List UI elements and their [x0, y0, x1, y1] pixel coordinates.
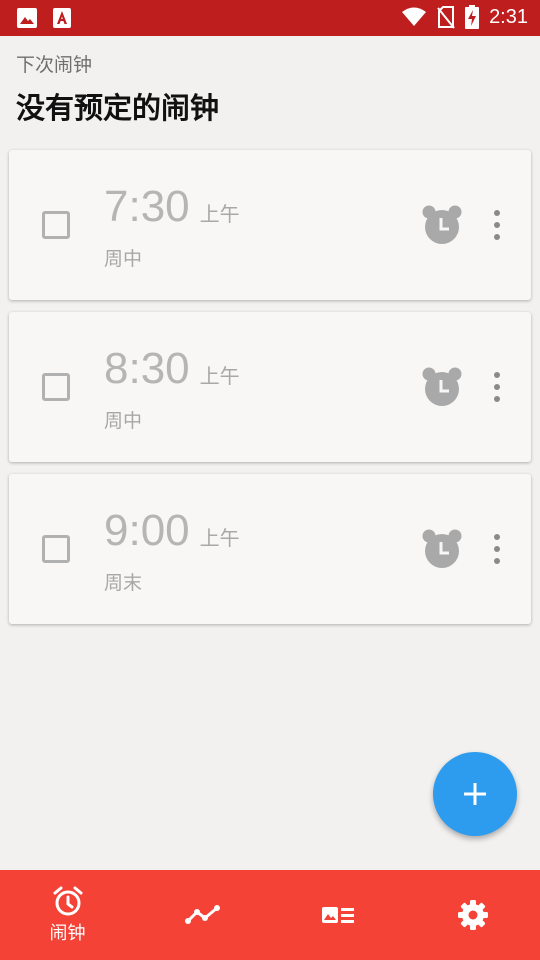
alarm-checkbox[interactable] [42, 211, 70, 239]
battery-charging-icon [465, 5, 480, 29]
no-sim-icon [437, 6, 455, 29]
alarm-ampm: 上午 [199, 202, 240, 226]
alarm-card[interactable]: 9:00 上午 周末 [9, 474, 531, 624]
next-alarm-label: 下次闹钟 [16, 54, 93, 76]
plus-icon [464, 783, 486, 805]
alarm-days: 周末 [104, 572, 143, 594]
alarm-days: 周中 [104, 410, 143, 432]
alarm-time[interactable]: 8:30 [104, 344, 190, 394]
image-icon [17, 8, 37, 28]
alarm-checkbox[interactable] [42, 535, 70, 563]
alarm-clock-icon [53, 886, 82, 916]
alarm-clock-icon[interactable] [421, 204, 463, 246]
more-options-icon[interactable] [487, 370, 507, 404]
nav-label-alarms: 闹钟 [49, 923, 86, 944]
alarm-days: 周中 [104, 248, 143, 270]
chart-line-icon [184, 905, 220, 924]
alarm-time[interactable]: 9:00 [104, 506, 190, 556]
alarm-clock-icon[interactable] [421, 528, 463, 570]
alarm-time[interactable]: 7:30 [104, 182, 190, 232]
alarm-checkbox[interactable] [42, 373, 70, 401]
alarm-card[interactable]: 7:30 上午 周中 [9, 150, 531, 300]
alarm-clock-icon[interactable] [421, 366, 463, 408]
pdf-app-icon [53, 8, 71, 28]
image-list-icon [321, 907, 354, 923]
status-bar: 2:31 [0, 0, 540, 36]
alarm-card[interactable]: 8:30 上午 周中 [9, 312, 531, 462]
alarm-ampm: 上午 [199, 526, 240, 550]
bottom-nav: 闹钟 [0, 870, 540, 960]
more-options-icon[interactable] [487, 532, 507, 566]
wifi-icon [402, 7, 427, 26]
gear-icon [457, 900, 488, 930]
status-time: 2:31 [489, 5, 528, 28]
add-alarm-button[interactable] [433, 752, 517, 836]
nav-item-statistics[interactable] [135, 870, 270, 960]
nav-item-alarms[interactable]: 闹钟 [0, 870, 135, 960]
nav-item-gallery[interactable] [270, 870, 405, 960]
alarm-ampm: 上午 [199, 364, 240, 388]
more-options-icon[interactable] [487, 208, 507, 242]
nav-item-settings[interactable] [405, 870, 540, 960]
header: 下次闹钟 没有预定的闹钟 [16, 50, 219, 127]
page-title: 没有预定的闹钟 [16, 91, 220, 125]
